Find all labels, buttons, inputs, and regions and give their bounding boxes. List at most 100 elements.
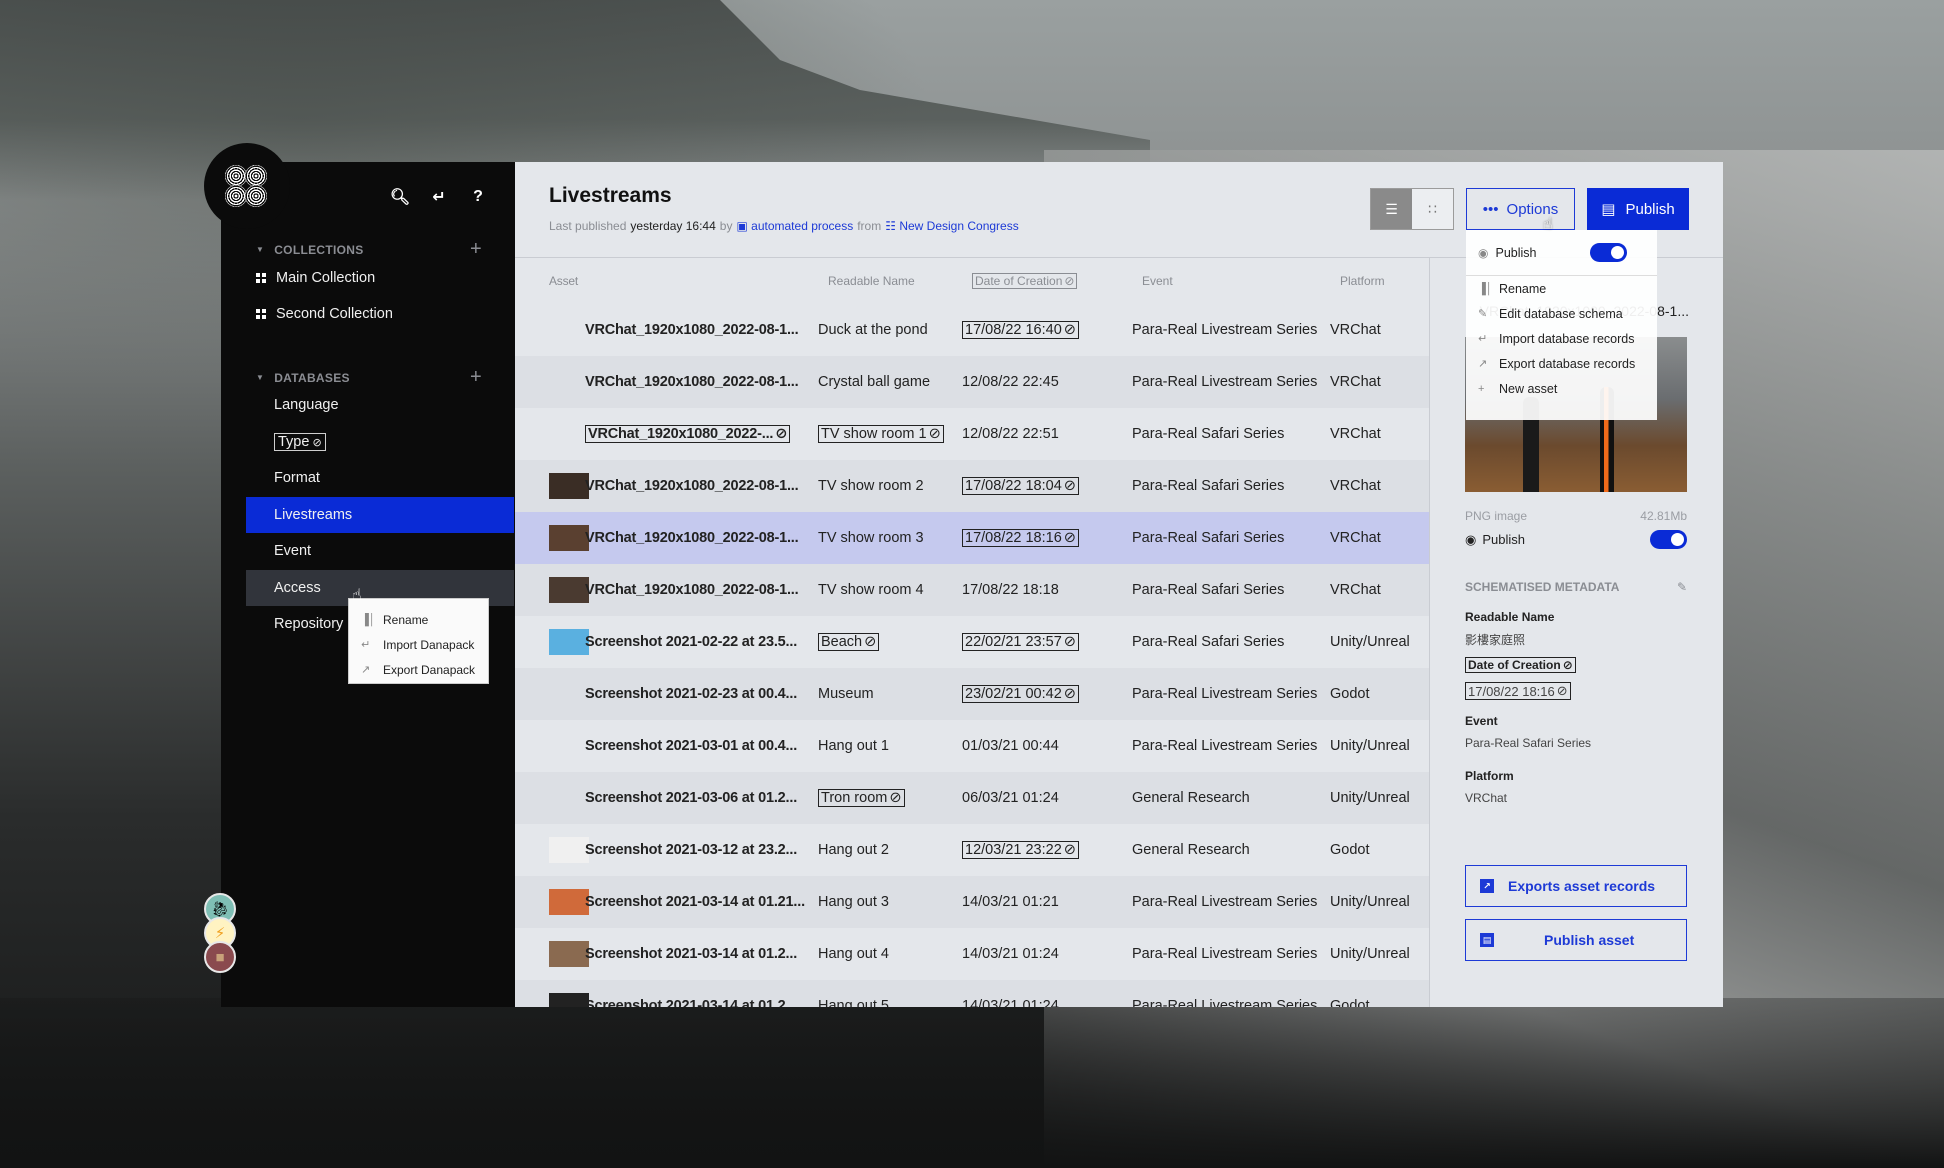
database-context-menu: ▐│ Rename ↵ Import Danapack ↗ Export Danapa… [348,598,489,684]
cell-platform: VRChat [1330,322,1381,338]
sidebar-item-main-collection[interactable]: Main Collection [246,260,514,296]
field-label-event: Event [1465,714,1498,728]
add-database-button[interactable]: + [470,366,482,389]
table-row[interactable]: Screenshot 2021-03-14 at 01.2... Hang out… [515,928,1429,980]
table-row[interactable]: Screenshot 2021-03-14 at 01.2... Hang out… [515,980,1429,1007]
options-publish-toggle[interactable] [1590,243,1627,262]
options-publish-row: ◉ Publish [1466,230,1657,276]
collections-header[interactable]: ▼ COLLECTIONS + [256,238,482,261]
column-date-of-creation[interactable]: Date of Creation ⊘ [972,273,1142,289]
options-button[interactable]: ••• Options [1466,188,1575,230]
table-row[interactable]: Screenshot 2021-03-06 at 01.2... Tron roo… [515,772,1429,824]
cell-event: Para-Real Safari Series [1132,530,1285,546]
sidebar-item-event[interactable]: Event [246,533,514,569]
table-row[interactable]: VRChat_1920x1080_2022-08-1... TV show roo… [515,564,1429,616]
cell-event: Para-Real Livestream Series [1132,686,1318,702]
hand-cursor: ☝ [1543,216,1553,233]
eye-icon: ◉ [1465,531,1477,547]
menu-item-rename[interactable]: ▐│ Rename [1466,276,1657,301]
menu-item-edit-schema[interactable]: ✎ Edit database schema [1466,301,1657,326]
column-readable-name[interactable]: Readable Name [828,274,972,288]
menu-item-export-danapack[interactable]: ↗ Export Danapack [349,657,488,682]
menu-item-import-danapack[interactable]: ↵ Import Danapack [349,632,488,657]
cell-event: General Research [1132,790,1250,806]
search-icon[interactable]: 🔍︎ [390,188,410,206]
asset-publish-toggle[interactable] [1650,530,1687,549]
table-row[interactable]: VRChat_1920x1080_2022-08-1... Crystal bal… [515,356,1429,408]
table-row[interactable]: Screenshot 2021-03-14 at 01.21... Hang ou… [515,876,1429,928]
cell-readable-name: Crystal ball game [818,374,931,390]
cell-platform: Godot [1330,686,1370,702]
asset-table: Asset Readable Name Date of Creation ⊘ Ev… [515,258,1429,1007]
field-label-readable-name: Readable Name [1465,610,1555,624]
table-row[interactable]: VRChat_1920x1080_2022-08-1... Duck at the… [515,304,1429,356]
menu-item-new-asset[interactable]: + New asset [1466,376,1657,401]
hidden-label: Type ⊘ [274,433,326,451]
more-icon: ••• [1482,200,1499,218]
table-row[interactable]: Screenshot 2021-02-22 at 23.5... Beach ⊘ 22… [515,616,1429,668]
cell-asset: Screenshot 2021-03-14 at 01.2... [585,998,798,1007]
field-label-platform: Platform [1465,769,1514,783]
view-toggle: ☰ ∷ [1370,188,1454,230]
menu-item-rename[interactable]: ▐│ Rename [349,607,488,632]
export-asset-records-button[interactable]: ↗ Exports asset records [1465,865,1687,907]
cell-date: 17/08/22 16:40 ⊘ [962,321,1132,339]
cell-readable-name: TV show room 4 [818,582,924,598]
collapse-icon[interactable]: ▼ [256,245,264,254]
asset-thumbnail [549,837,589,863]
avatar-box[interactable]: ■ [204,941,236,973]
cell-asset: VRChat_1920x1080_2022-08-1... [585,322,799,338]
collapse-icon[interactable]: ▼ [256,373,264,382]
help-icon[interactable]: ? [469,188,487,206]
sidebar-item-type[interactable]: Type ⊘ [246,424,514,460]
sidebar-item-language[interactable]: Language [246,387,514,423]
cell-platform: Unity/Unreal [1330,738,1410,754]
asset-publish-row: ◉ Publish [1465,530,1687,549]
cell-platform: VRChat [1330,478,1381,494]
column-event[interactable]: Event [1142,274,1340,288]
eye-slash-icon: ⊘ [864,634,877,650]
cell-event: Para-Real Livestream Series [1132,894,1318,910]
sidebar-item-second-collection[interactable]: Second Collection [246,296,514,332]
app-logo[interactable] [225,165,267,207]
publish-button[interactable]: ▤ Publish [1587,188,1689,230]
cell-asset: Screenshot 2021-02-22 at 23.5... [585,634,798,650]
cell-asset: Screenshot 2021-03-01 at 00.4... [585,738,798,754]
org-chart-icon: ☷ [885,219,896,233]
edit-pencil-icon[interactable]: ✎ [1677,580,1687,594]
import-icon: ↵ [361,639,371,651]
grid-view-button[interactable]: ∷ [1412,189,1453,229]
cell-asset: Screenshot 2021-03-14 at 01.2... [585,946,798,962]
import-icon[interactable]: ↵ [430,188,448,206]
add-collection-button[interactable]: + [470,238,482,261]
publisher-link[interactable]: ▣ automated process [736,219,853,233]
table-row[interactable]: Screenshot 2021-03-12 at 23.2... Hang out… [515,824,1429,876]
table-row[interactable]: Screenshot 2021-02-23 at 00.4... Museum 23… [515,668,1429,720]
column-platform[interactable]: Platform [1340,274,1385,288]
background-beach [0,998,1944,1168]
list-view-button[interactable]: ☰ [1371,189,1412,229]
cell-date: 17/08/22 18:04 ⊘ [962,477,1132,495]
table-row[interactable]: VRChat_1920x1080_2022-08-1... TV show roo… [515,460,1429,512]
publish-asset-button[interactable]: ▤ Publish asset [1465,919,1687,961]
menu-item-export-records[interactable]: ↗ Export database records [1466,351,1657,376]
cell-date: 01/03/21 00:44 [962,738,1059,754]
table-row[interactable]: Screenshot 2021-03-01 at 00.4... Hang out… [515,720,1429,772]
databases-header[interactable]: ▼ DATABASES + [256,366,482,389]
table-row[interactable]: VRChat_1920x1080_2022-... ⊘ TV show room 1… [515,408,1429,460]
cell-platform: VRChat [1330,582,1381,598]
cell-readable-name: Hang out 5 [818,998,889,1007]
cell-platform: VRChat [1330,374,1381,390]
organisation-link[interactable]: ☷ New Design Congress [885,219,1019,233]
cell-asset: VRChat_1920x1080_2022-08-1... [585,374,799,390]
eye-slash-icon: ⊘ [1562,658,1573,672]
cell-event: Para-Real Livestream Series [1132,998,1318,1007]
sidebar-item-livestreams[interactable]: Livestreams [246,497,514,533]
table-row[interactable]: VRChat_1920x1080_2022-08-1... TV show roo… [515,512,1429,564]
column-asset[interactable]: Asset [549,274,828,288]
menu-item-import-records[interactable]: ↵ Import database records [1466,326,1657,351]
sidebar-item-format[interactable]: Format [246,460,514,496]
eye-slash-icon: ⊘ [312,436,322,449]
page-title: Livestreams [549,184,672,207]
cell-asset: VRChat_1920x1080_2022-08-1... [585,582,799,598]
